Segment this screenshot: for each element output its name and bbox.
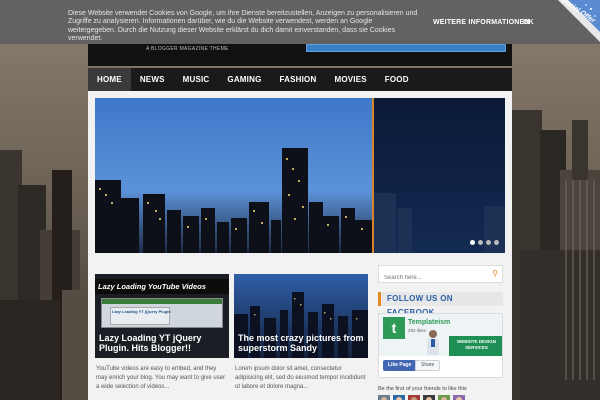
post-title-link[interactable]: The most crazy pictures from superstorm … xyxy=(238,333,364,353)
avatar[interactable] xyxy=(378,395,390,400)
slider-pagination xyxy=(470,240,499,245)
page-logo: t xyxy=(383,317,405,339)
search-input[interactable] xyxy=(379,270,484,286)
sidebar: ⚲ FOLLOW US ON FACEBOOK t Templateism 29… xyxy=(378,265,505,400)
promo-banner: WEBSITE DESIGN SERVICES xyxy=(449,336,502,356)
post-thumbnail[interactable]: The most crazy pictures from superstorm … xyxy=(234,274,368,358)
post-card: The most crazy pictures from superstorm … xyxy=(234,274,368,392)
person-illustration-icon xyxy=(427,330,439,355)
facebook-widget-heading: FOLLOW US ON FACEBOOK xyxy=(378,292,503,317)
avatar[interactable] xyxy=(453,395,465,400)
avatar[interactable] xyxy=(408,395,420,400)
site-tagline: A BLOGGER MAGAZINE THEME xyxy=(146,46,229,52)
post-excerpt: YouTube videos are easy to embed, and th… xyxy=(96,366,226,390)
search-icon[interactable]: ⚲ xyxy=(492,269,498,278)
nav-item-home[interactable]: HOME xyxy=(88,68,131,91)
slide-image-night[interactable] xyxy=(374,98,505,253)
site-header: A BLOGGER MAGAZINE THEME xyxy=(88,44,512,66)
nav-item-food[interactable]: FOOD xyxy=(376,68,418,91)
featured-slider[interactable] xyxy=(95,98,505,253)
post-excerpt: Lorem ipsum dolor sit amet, consectetur … xyxy=(235,366,366,390)
nav-item-fashion[interactable]: FASHION xyxy=(271,68,326,91)
nav-item-news[interactable]: NEWS xyxy=(131,68,174,91)
avatar[interactable] xyxy=(393,395,405,400)
facebook-page-name[interactable]: Templateism xyxy=(408,319,450,326)
post-thumbnail[interactable]: Lazy Loading YouTube Videos Lazy Loading… xyxy=(95,274,229,358)
nav-item-movies[interactable]: MOVIES xyxy=(325,68,375,91)
friends-like-text: Be the first of your friends to like thi… xyxy=(378,386,467,392)
facebook-like-button[interactable]: Like Page xyxy=(383,360,417,371)
nav-item-gaming[interactable]: GAMING xyxy=(218,68,270,91)
screenshot-label: Lazy Loading YT jQuery Plugin xyxy=(112,309,171,314)
screenshot-header-bar xyxy=(102,299,222,304)
search-box: ⚲ xyxy=(378,265,503,286)
slider-dot[interactable] xyxy=(494,240,499,245)
slider-dot[interactable] xyxy=(470,240,475,245)
header-banner[interactable] xyxy=(306,44,506,52)
slider-dot[interactable] xyxy=(478,240,483,245)
thumbnail-screenshot: Lazy Loading YT jQuery Plugin xyxy=(101,298,223,328)
slider-dot[interactable] xyxy=(486,240,491,245)
more-info-link[interactable]: WEITERE INFORMATIONEN xyxy=(433,19,530,26)
cookie-consent-bar: Diese Website verwendet Cookies von Goog… xyxy=(0,0,600,44)
thumbnail-heading: Lazy Loading YouTube Videos xyxy=(95,279,229,294)
cookie-ok-button[interactable]: OK xyxy=(523,19,534,26)
facebook-page-widget[interactable]: t Templateism 292 likes WEBSITE DESIGN S… xyxy=(378,313,503,378)
avatar[interactable] xyxy=(438,395,450,400)
slide-image-city-dusk[interactable] xyxy=(95,98,372,253)
cookie-message: Diese Website verwendet Cookies von Goog… xyxy=(68,10,418,43)
avatar[interactable] xyxy=(423,395,435,400)
nav-item-music[interactable]: MUSIC xyxy=(174,68,219,91)
post-card: Lazy Loading YouTube Videos Lazy Loading… xyxy=(95,274,229,392)
main-content: Lazy Loading YouTube Videos Lazy Loading… xyxy=(88,91,512,400)
friend-faces xyxy=(378,395,505,400)
main-navigation: HOME NEWS MUSIC GAMING FASHION MOVIES FO… xyxy=(88,68,512,91)
post-title-link[interactable]: Lazy Loading YT jQuery Plugin. Hits Blog… xyxy=(99,333,225,353)
facebook-share-button[interactable]: Share xyxy=(415,360,441,371)
